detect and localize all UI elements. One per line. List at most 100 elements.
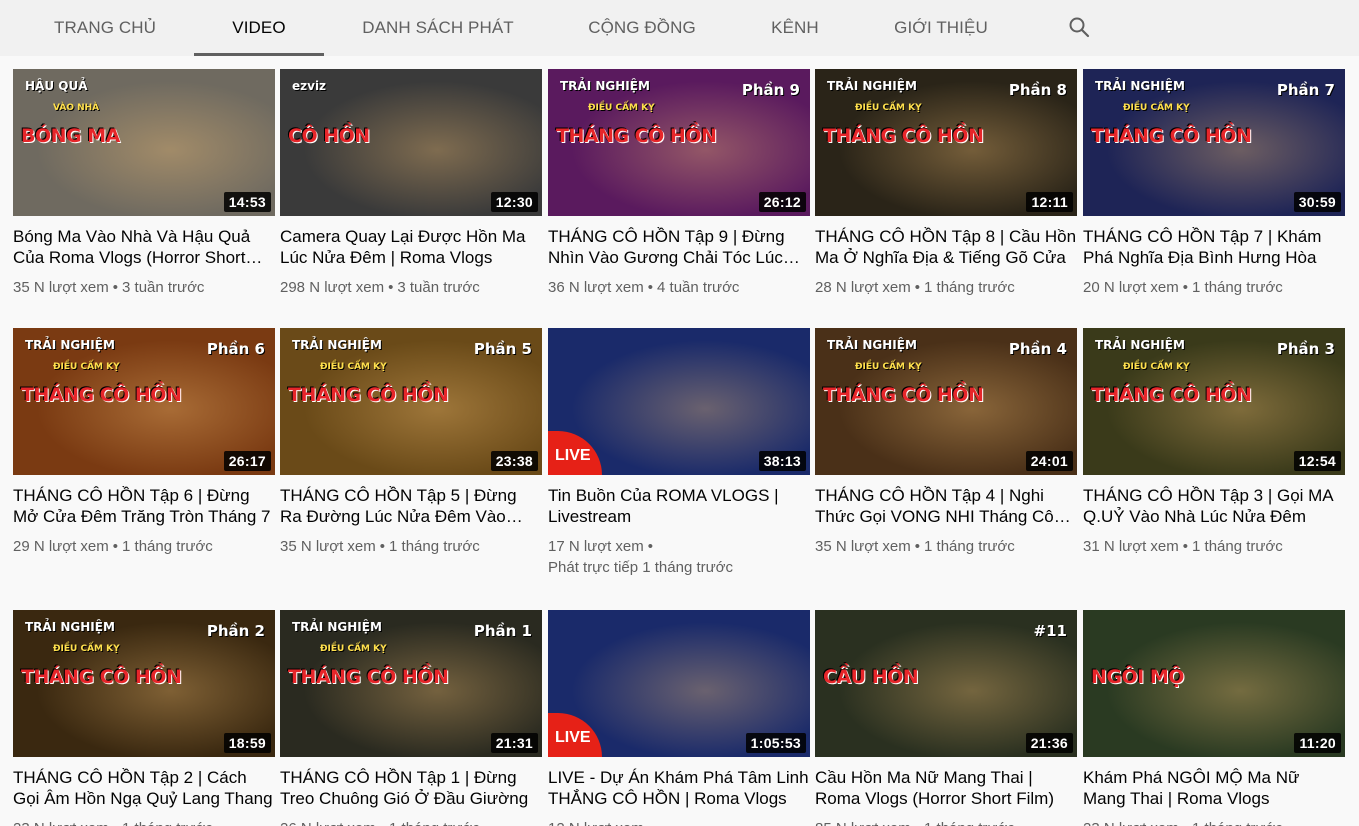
video-card[interactable]: LIVE 38:13 Tin Buồn Của ROMA VLOGS | Liv… <box>548 328 810 578</box>
video-thumbnail[interactable]: TRẢI NGHIỆM ĐIỀU CẤM KỴ THÁNG CÔ HỒN Phầ… <box>13 328 275 475</box>
view-count: 36 N lượt xem <box>548 279 644 296</box>
video-thumbnail[interactable]: NGÔI MỘ 11:20 <box>1083 610 1345 757</box>
video-title[interactable]: THÁNG CÔ HỒN Tập 7 | Khám Phá Nghĩa Địa … <box>1083 226 1345 268</box>
duration-badge: 26:12 <box>758 192 806 212</box>
video-thumbnail[interactable]: TRẢI NGHIỆM ĐIỀU CẤM KỴ THÁNG CÔ HỒN Phầ… <box>280 610 542 757</box>
video-thumbnail[interactable]: TRẢI NGHIỆM ĐIỀU CẤM KỴ THÁNG CÔ HỒN Phầ… <box>815 328 1077 475</box>
video-title[interactable]: THÁNG CÔ HỒN Tập 9 | Đừng Nhìn Vào Gương… <box>548 226 810 268</box>
publish-time: 1 tháng trước <box>924 538 1015 555</box>
video-thumbnail[interactable]: LIVE 38:13 <box>548 328 810 475</box>
video-card[interactable]: TRẢI NGHIỆM ĐIỀU CẤM KỴ THÁNG CÔ HỒN Phầ… <box>280 328 542 557</box>
thumbnail-caption-top: TRẢI NGHIỆM <box>292 338 382 352</box>
video-metadata: 20 N lượt xem • 1 tháng trước <box>1083 277 1345 298</box>
video-title[interactable]: THÁNG CÔ HỒN Tập 6 | Đừng Mở Cửa Đêm Tră… <box>13 485 275 527</box>
video-card[interactable]: TRẢI NGHIỆM ĐIỀU CẤM KỴ THÁNG CÔ HỒN Phầ… <box>1083 328 1345 557</box>
video-title[interactable]: THÁNG CÔ HỒN Tập 1 | Đừng Treo Chuông Gi… <box>280 767 542 809</box>
video-metadata: 28 N lượt xem • 1 tháng trước <box>815 277 1077 298</box>
publish-time: 3 tuần trước <box>397 279 480 296</box>
thumbnail-caption-main: THÁNG CÔ HỒN <box>823 125 984 147</box>
thumbnail-part-label: Phần 5 <box>473 340 532 358</box>
video-thumbnail[interactable]: LIVE 1:05:53 <box>548 610 810 757</box>
video-title[interactable]: LIVE - Dự Án Khám Phá Tâm Linh THẮNG CÔ … <box>548 767 810 809</box>
publish-time: 1 tháng trước <box>122 820 213 826</box>
video-thumbnail[interactable]: TRẢI NGHIỆM ĐIỀU CẤM KỴ THÁNG CÔ HỒN Phầ… <box>1083 328 1345 475</box>
thumbnail-caption-top: ezviz <box>292 79 327 93</box>
thumbnail-caption-main: THÁNG CÔ HỒN <box>1091 125 1252 147</box>
duration-badge: 12:54 <box>1293 451 1341 471</box>
thumbnail-part-label: Phần 1 <box>473 622 532 640</box>
thumbnail-part-label: Phần 2 <box>206 622 265 640</box>
view-count: 35 N lượt xem <box>13 279 109 296</box>
view-count: 23 N lượt xem <box>13 820 109 826</box>
video-thumbnail[interactable]: TRẢI NGHIỆM ĐIỀU CẤM KỴ THÁNG CÔ HỒN Phầ… <box>548 69 810 216</box>
video-title[interactable]: THÁNG CÔ HỒN Tập 4 | Nghi Thức Gọi VONG … <box>815 485 1077 527</box>
thumbnail-part-label: Phần 4 <box>1008 340 1067 358</box>
video-metadata: 35 N lượt xem • 1 tháng trước <box>280 536 542 557</box>
video-card[interactable]: NGÔI MỘ 11:20 Khám Phá NGÔI MỘ Ma Nữ Man… <box>1083 610 1345 826</box>
thumbnail-caption-sub: VÀO NHÀ <box>53 103 100 113</box>
video-title[interactable]: Camera Quay Lại Được Hồn Ma Lúc Nửa Đêm … <box>280 226 542 268</box>
video-title[interactable]: THÁNG CÔ HỒN Tập 5 | Đừng Ra Đường Lúc N… <box>280 485 542 527</box>
video-metadata: 298 N lượt xem • 3 tuần trước <box>280 277 542 298</box>
meta-separator: • <box>647 279 654 296</box>
video-thumbnail[interactable]: TRẢI NGHIỆM ĐIỀU CẤM KỴ THÁNG CÔ HỒN Phầ… <box>815 69 1077 216</box>
video-card[interactable]: TRẢI NGHIỆM ĐIỀU CẤM KỴ THÁNG CÔ HỒN Phầ… <box>815 328 1077 557</box>
thumbnail-caption-top: TRẢI NGHIỆM <box>25 338 115 352</box>
publish-time: 1 tháng trước <box>122 538 213 555</box>
video-metadata: 85 N lượt xem • 1 tháng trước <box>815 818 1077 826</box>
thumbnail-caption-top: TRẢI NGHIỆM <box>827 338 917 352</box>
video-card[interactable]: CẦU HỒN #11 21:36 Cầu Hồn Ma Nữ Mang Tha… <box>815 610 1077 826</box>
video-card[interactable]: TRẢI NGHIỆM ĐIỀU CẤM KỴ THÁNG CÔ HỒN Phầ… <box>548 69 810 298</box>
view-count: 17 N lượt xem <box>548 538 644 555</box>
thumbnail-caption-sub: ĐIỀU CẤM KỴ <box>320 362 387 372</box>
video-metadata: 17 N lượt xem • Phát trực tiếp 1 tháng trư… <box>548 536 810 578</box>
video-title[interactable]: Khám Phá NGÔI MỘ Ma Nữ Mang Thai | Roma … <box>1083 767 1345 809</box>
video-title[interactable]: THÁNG CÔ HỒN Tập 3 | Gọi MA Q.UỶ Vào Nhà… <box>1083 485 1345 527</box>
video-metadata: 31 N lượt xem • 1 tháng trước <box>1083 536 1345 557</box>
video-thumbnail[interactable]: CẦU HỒN #11 21:36 <box>815 610 1077 757</box>
duration-badge: 38:13 <box>758 451 806 471</box>
thumbnail-caption-main: THÁNG CÔ HỒN <box>823 384 984 406</box>
video-thumbnail[interactable]: TRẢI NGHIỆM ĐIỀU CẤM KỴ THÁNG CÔ HỒN Phầ… <box>13 610 275 757</box>
view-count: 23 N lượt xem <box>1083 820 1179 826</box>
video-title[interactable]: THÁNG CÔ HỒN Tập 8 | Cầu Hồn Ma Ở Nghĩa … <box>815 226 1077 268</box>
publish-time: 1 tháng trước <box>1192 279 1283 296</box>
video-thumbnail[interactable]: ezviz CÔ HỒN 12:30 <box>280 69 542 216</box>
meta-separator: • <box>113 820 118 826</box>
duration-badge: 12:30 <box>490 192 538 212</box>
video-title[interactable]: Cầu Hồn Ma Nữ Mang Thai | Roma Vlogs (Ho… <box>815 767 1077 809</box>
thumbnail-caption-main: CÔ HỒN <box>288 125 370 147</box>
video-card[interactable]: TRẢI NGHIỆM ĐIỀU CẤM KỴ THÁNG CÔ HỒN Phầ… <box>280 610 542 826</box>
video-thumbnail[interactable]: TRẢI NGHIỆM ĐIỀU CẤM KỴ THÁNG CÔ HỒN Phầ… <box>1083 69 1345 216</box>
thumbnail-caption-top: TRẢI NGHIỆM <box>1095 79 1185 93</box>
thumbnail-caption-sub: ĐIỀU CẤM KỴ <box>53 362 120 372</box>
meta-separator: • <box>914 279 921 296</box>
meta-separator: • <box>112 279 119 296</box>
view-count: 31 N lượt xem <box>1083 538 1179 555</box>
video-metadata: 35 N lượt xem • 1 tháng trước <box>815 536 1077 557</box>
video-thumbnail[interactable]: TRẢI NGHIỆM ĐIỀU CẤM KỴ THÁNG CÔ HỒN Phầ… <box>280 328 542 475</box>
thumbnail-caption-main: THÁNG CÔ HỒN <box>1091 384 1252 406</box>
thumbnail-caption-main: NGÔI MỘ <box>1091 666 1184 688</box>
thumbnail-caption-sub: ĐIỀU CẤM KỴ <box>1123 362 1190 372</box>
video-card[interactable]: TRẢI NGHIỆM ĐIỀU CẤM KỴ THÁNG CÔ HỒN Phầ… <box>815 69 1077 298</box>
video-card[interactable]: TRẢI NGHIỆM ĐIỀU CẤM KỴ THÁNG CÔ HỒN Phầ… <box>1083 69 1345 298</box>
video-card[interactable]: LIVE 1:05:53 LIVE - Dự Án Khám Phá Tâm L… <box>548 610 810 826</box>
video-card[interactable]: TRẢI NGHIỆM ĐIỀU CẤM KỴ THÁNG CÔ HỒN Phầ… <box>13 610 275 826</box>
view-count: 20 N lượt xem <box>1083 279 1179 296</box>
thumbnail-caption-top: TRẢI NGHIỆM <box>292 620 382 634</box>
video-card[interactable]: TRẢI NGHIỆM ĐIỀU CẤM KỴ THÁNG CÔ HỒN Phầ… <box>13 328 275 557</box>
video-title[interactable]: THÁNG CÔ HỒN Tập 2 | Cách Gọi Âm Hồn Ngạ… <box>13 767 275 809</box>
video-thumbnail[interactable]: HẬU QUẢ VÀO NHÀ BÓNG MA 14:53 <box>13 69 275 216</box>
video-metadata: 36 N lượt xem • 4 tuần trước <box>548 277 810 298</box>
thumbnail-caption-main: THÁNG CÔ HỒN <box>288 384 449 406</box>
video-metadata: 23 N lượt xem • 1 tháng trước <box>1083 818 1345 826</box>
meta-separator: • <box>379 538 386 555</box>
thumbnail-part-label: Phần 7 <box>1276 81 1335 99</box>
video-card[interactable]: HẬU QUẢ VÀO NHÀ BÓNG MA 14:53 Bóng Ma Và… <box>13 69 275 298</box>
video-title[interactable]: Bóng Ma Vào Nhà Và Hậu Quả Của Roma Vlog… <box>13 226 275 268</box>
meta-separator: • <box>647 538 654 555</box>
video-title[interactable]: Tin Buồn Của ROMA VLOGS | Livestream <box>548 485 810 527</box>
meta-separator: • <box>388 279 394 296</box>
video-card[interactable]: ezviz CÔ HỒN 12:30 Camera Quay Lại Được … <box>280 69 542 298</box>
